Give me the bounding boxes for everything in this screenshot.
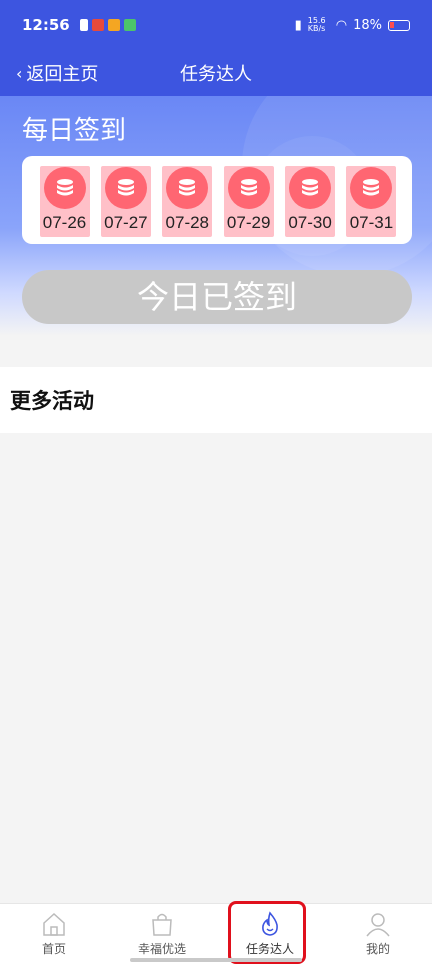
checkin-days-card: 07-26 07-27 07-28 07-29 07-30 07-31 xyxy=(22,156,412,244)
more-activities-section: 更多活动 xyxy=(0,367,432,433)
tab-shop[interactable]: 幸福优选 xyxy=(108,904,216,964)
day-tile: 07-28 xyxy=(162,166,213,237)
section-title: 更多活动 xyxy=(10,389,94,413)
vibrate-icon: ▮ xyxy=(294,17,302,33)
coin-stack-icon xyxy=(43,167,86,209)
page-title: 任务达人 xyxy=(180,64,252,85)
day-date: 07-31 xyxy=(349,213,394,232)
flame-icon xyxy=(262,911,278,936)
day-tile: 07-29 xyxy=(223,166,274,237)
status-time: 12:56 xyxy=(22,16,70,34)
day-date: 07-27 xyxy=(104,213,148,232)
day-date: 07-30 xyxy=(288,213,332,232)
status-bar: 12:56 ▮ 15.6 KB/s ◠ 18% xyxy=(0,0,432,50)
battery-percent: 18% xyxy=(353,17,382,33)
coin-stack-icon xyxy=(166,167,209,209)
tab-profile[interactable]: 我的 xyxy=(324,904,432,964)
coin-stack-icon xyxy=(104,167,147,209)
tab-label: 首页 xyxy=(41,942,66,956)
day-date: 07-26 xyxy=(42,213,87,232)
tab-label: 我的 xyxy=(365,942,390,956)
tab-home[interactable]: 首页 xyxy=(0,904,108,964)
signed-in-button[interactable]: 今日已签到 xyxy=(22,270,412,324)
checkin-day: 07-31 xyxy=(345,166,398,244)
tab-label: 任务达人 xyxy=(245,942,294,956)
tab-tasks[interactable]: 任务达人 xyxy=(216,904,324,964)
day-date: 07-28 xyxy=(165,213,210,232)
checkin-day: 07-28 xyxy=(161,166,214,244)
wifi-icon: ◠ xyxy=(335,17,348,33)
home-indicator[interactable] xyxy=(130,958,302,962)
status-right: ▮ 15.6 KB/s ◠ 18% xyxy=(295,17,410,33)
battery-icon xyxy=(388,19,410,31)
day-tile: 07-27 xyxy=(100,166,151,237)
coin-stack-icon xyxy=(289,167,332,209)
app-header: 12:56 ▮ 15.6 KB/s ◠ 18% ‹ 返回主页 任务达人 xyxy=(0,0,432,96)
coin-stack-icon xyxy=(350,167,393,209)
notification-icons xyxy=(79,19,136,31)
coin-stack-icon xyxy=(227,167,270,209)
app-notification-icon xyxy=(91,19,104,31)
day-tile: 07-31 xyxy=(346,166,397,237)
tab-label: 幸福优选 xyxy=(137,942,186,956)
app-notification-icon xyxy=(79,19,88,31)
nav-bar: ‹ 返回主页 任务达人 xyxy=(0,50,432,96)
checkin-day: 07-27 xyxy=(99,166,152,244)
app-notification-icon xyxy=(123,19,136,31)
checkin-section: 每日签到 07-26 07-27 07-28 07-29 07-30 07-31… xyxy=(0,96,432,336)
net-speed: 15.6 KB/s xyxy=(307,16,326,33)
checkin-day: 07-26 xyxy=(38,166,91,244)
day-tile: 07-30 xyxy=(285,166,336,237)
home-icon xyxy=(43,912,65,936)
shopping-bag-icon xyxy=(152,913,172,936)
checkin-day: 07-30 xyxy=(284,166,337,244)
day-tile: 07-26 xyxy=(39,166,90,237)
day-date: 07-29 xyxy=(226,213,271,232)
checkin-title: 每日签到 xyxy=(22,116,127,146)
bottom-tab-bar: 首页 幸福优选 任务达人 我的 xyxy=(0,903,432,964)
user-icon xyxy=(366,913,390,937)
app-notification-icon xyxy=(107,19,120,31)
checkin-day: 07-29 xyxy=(222,166,275,244)
